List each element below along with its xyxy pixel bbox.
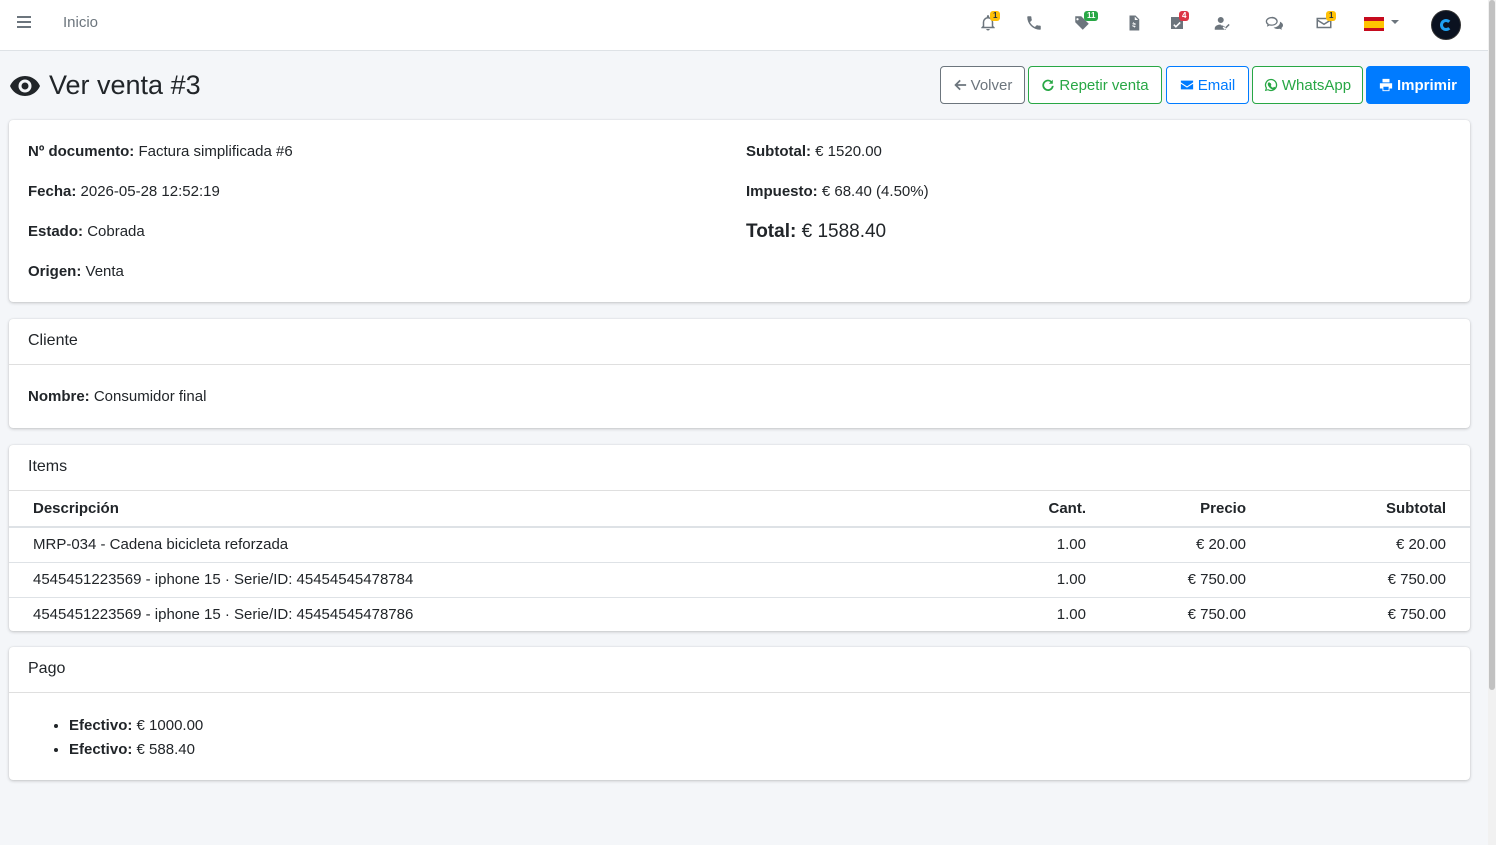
sale-origin: Origen: Venta bbox=[28, 263, 124, 280]
column-header: Cant. bbox=[950, 491, 1110, 528]
items-card: Items Descripción Cant. Precio Subtotal … bbox=[9, 445, 1470, 632]
payment-list: Efectivo: € 1000.00 Efectivo: € 588.40 bbox=[69, 717, 203, 765]
menu-toggle-icon[interactable] bbox=[17, 16, 31, 28]
mail-badge: 1 bbox=[1326, 11, 1337, 21]
scrollbar-thumb[interactable] bbox=[1489, 0, 1495, 690]
eye-icon bbox=[10, 75, 40, 96]
printer-icon bbox=[1379, 78, 1393, 92]
subtotal: Subtotal: € 1520.00 bbox=[746, 143, 882, 160]
user-check-icon[interactable] bbox=[1214, 12, 1238, 36]
repeat-sale-button[interactable]: Repetir venta bbox=[1028, 66, 1162, 104]
page-title: Ver venta #3 bbox=[9, 70, 201, 101]
items-table: Descripción Cant. Precio Subtotal MRP-03… bbox=[9, 491, 1470, 632]
tax: Impuesto: € 68.40 (4.50%) bbox=[746, 183, 929, 200]
tags-icon[interactable]: 11 bbox=[1073, 11, 1099, 36]
item-price: € 20.00 bbox=[1195, 536, 1246, 554]
envelope-icon bbox=[1180, 80, 1193, 90]
item-quantity: 1.00 bbox=[1056, 536, 1086, 554]
payment-card: Pago Efectivo: € 1000.00 Efectivo: € 588… bbox=[9, 647, 1470, 780]
item-subtotal: € 750.00 bbox=[1270, 561, 1470, 597]
items-card-header: Items bbox=[9, 445, 1470, 491]
item-subtotal: € 20.00 bbox=[1395, 536, 1446, 554]
mail-icon[interactable]: 1 bbox=[1315, 11, 1339, 36]
chevron-down-icon[interactable] bbox=[1391, 20, 1399, 24]
language-flag-icon[interactable] bbox=[1364, 17, 1384, 31]
back-button[interactable]: Volver bbox=[940, 66, 1025, 104]
sale-status: Estado: Cobrada bbox=[28, 223, 145, 240]
item-description: 4545451223569 - iphone 15 · Serie/ID: 45… bbox=[9, 561, 950, 597]
item-price: € 750.00 bbox=[1110, 596, 1270, 632]
item-description: MRP-034 - Cadena bicicleta reforzada bbox=[33, 536, 289, 554]
redo-icon bbox=[1042, 79, 1055, 92]
column-header: Precio bbox=[1110, 491, 1270, 528]
bell-badge: 1 bbox=[990, 11, 1001, 21]
table-row: 4545451223569 - iphone 15 · Serie/ID: 45… bbox=[9, 561, 1470, 597]
arrow-left-icon bbox=[953, 79, 966, 91]
item-description: 4545451223569 - iphone 15 · Serie/ID: 45… bbox=[9, 596, 950, 632]
tags-badge: 11 bbox=[1084, 11, 1099, 21]
comments-icon[interactable] bbox=[1265, 12, 1289, 36]
table-header-row: Descripción Cant. Precio Subtotal bbox=[9, 491, 1470, 528]
summary-card: Nº documento: Factura simplificada #6 Fe… bbox=[9, 120, 1470, 302]
document-number: Nº documento: Factura simplificada #6 bbox=[28, 143, 293, 160]
client-card: Cliente Nombre: Consumidor final bbox=[9, 319, 1470, 428]
invoice-icon[interactable] bbox=[1125, 12, 1149, 36]
whatsapp-icon bbox=[1264, 78, 1278, 92]
column-header: Descripción bbox=[9, 491, 950, 528]
whatsapp-button[interactable]: WhatsApp bbox=[1252, 66, 1363, 104]
total: Total: € 1588.40 bbox=[746, 221, 887, 242]
sale-date: Fecha: 2026-05-28 12:52:19 bbox=[28, 183, 220, 200]
email-button[interactable]: Email bbox=[1166, 66, 1249, 104]
page-scrollbar[interactable] bbox=[1488, 0, 1496, 845]
page-heading: Ver venta #3 bbox=[49, 70, 201, 100]
user-avatar[interactable] bbox=[1431, 10, 1461, 40]
payment-card-header: Pago bbox=[9, 647, 1470, 693]
nav-home-link[interactable]: Inicio bbox=[63, 14, 98, 31]
column-header: Subtotal bbox=[1270, 491, 1470, 528]
client-name: Nombre: Consumidor final bbox=[28, 388, 207, 405]
top-navbar: Inicio 1 11 4 1 bbox=[0, 0, 1488, 51]
bell-icon[interactable]: 1 bbox=[979, 11, 1003, 36]
table-row: MRP-034 - Cadena bicicleta reforzada 1.0… bbox=[9, 527, 1470, 562]
item-quantity: 1.00 bbox=[950, 561, 1110, 597]
tasks-icon[interactable]: 4 bbox=[1168, 11, 1192, 36]
list-item: Efectivo: € 1000.00 bbox=[69, 717, 203, 735]
client-card-header: Cliente bbox=[9, 319, 1470, 365]
table-row: 4545451223569 - iphone 15 · Serie/ID: 45… bbox=[9, 596, 1470, 632]
list-item: Efectivo: € 588.40 bbox=[69, 741, 203, 759]
item-price: € 750.00 bbox=[1110, 561, 1270, 597]
phone-icon[interactable] bbox=[1025, 12, 1049, 36]
tasks-badge: 4 bbox=[1179, 11, 1190, 21]
print-button[interactable]: Imprimir bbox=[1366, 66, 1470, 104]
item-quantity: 1.00 bbox=[950, 596, 1110, 632]
item-subtotal: € 750.00 bbox=[1270, 596, 1470, 632]
